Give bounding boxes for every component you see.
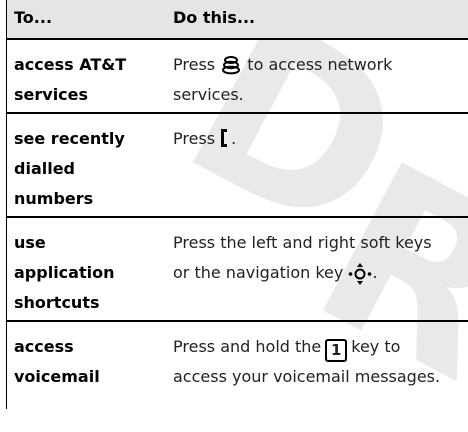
description-cell: Press the left and right soft keys or th…	[173, 228, 432, 288]
action-line: see recently	[14, 129, 125, 148]
action-cell: access voicemail	[14, 332, 100, 392]
action-line: dialled	[14, 159, 76, 178]
table-row: use application shortcuts Press the left…	[7, 216, 468, 322]
left-soft-key-icon	[221, 129, 228, 147]
header-to: To...	[14, 8, 53, 27]
table-row: access voicemail Press and hold the 1 key …	[7, 320, 468, 411]
instructions-table: To... Do this... access AT&T services Pr…	[6, 0, 468, 409]
action-line: use	[14, 233, 46, 252]
desc-text: Press	[173, 129, 216, 148]
table-header: To... Do this...	[7, 0, 468, 38]
description-cell: Press and hold the 1 key to access your vo…	[173, 332, 440, 392]
action-line: shortcuts	[14, 293, 100, 312]
action-line: access AT&T	[14, 55, 127, 74]
desc-text: .	[231, 129, 237, 148]
header-do-this: Do this...	[173, 8, 256, 27]
key-1-icon: 1	[325, 339, 348, 362]
network-services-icon	[222, 55, 241, 74]
action-cell: see recently dialled numbers	[14, 124, 125, 214]
desc-text: Press the left and right soft keys	[173, 233, 432, 252]
navigation-key-icon	[349, 262, 372, 285]
action-line: access	[14, 337, 74, 356]
action-cell: access AT&T services	[14, 50, 126, 110]
description-cell: Press to access network services.	[173, 50, 392, 110]
action-line: numbers	[14, 189, 94, 208]
table-row: see recently dialled numbers Press.	[7, 112, 468, 218]
desc-text: Press	[173, 55, 216, 74]
desc-text: to access network	[247, 55, 393, 74]
action-line: services	[14, 85, 89, 104]
table-row: access AT&T services Press to access net…	[7, 38, 468, 114]
desc-text: Press and hold the	[173, 337, 322, 356]
action-line: application	[14, 263, 115, 282]
action-line: voicemail	[14, 367, 100, 386]
description-cell: Press.	[173, 124, 236, 154]
action-cell: use application shortcuts	[14, 228, 114, 318]
desc-text: or the navigation key	[173, 263, 344, 282]
desc-text: key to	[351, 337, 401, 356]
desc-text: services.	[173, 85, 244, 104]
desc-text: access your voicemail messages.	[173, 367, 441, 386]
desc-text: .	[372, 263, 378, 282]
